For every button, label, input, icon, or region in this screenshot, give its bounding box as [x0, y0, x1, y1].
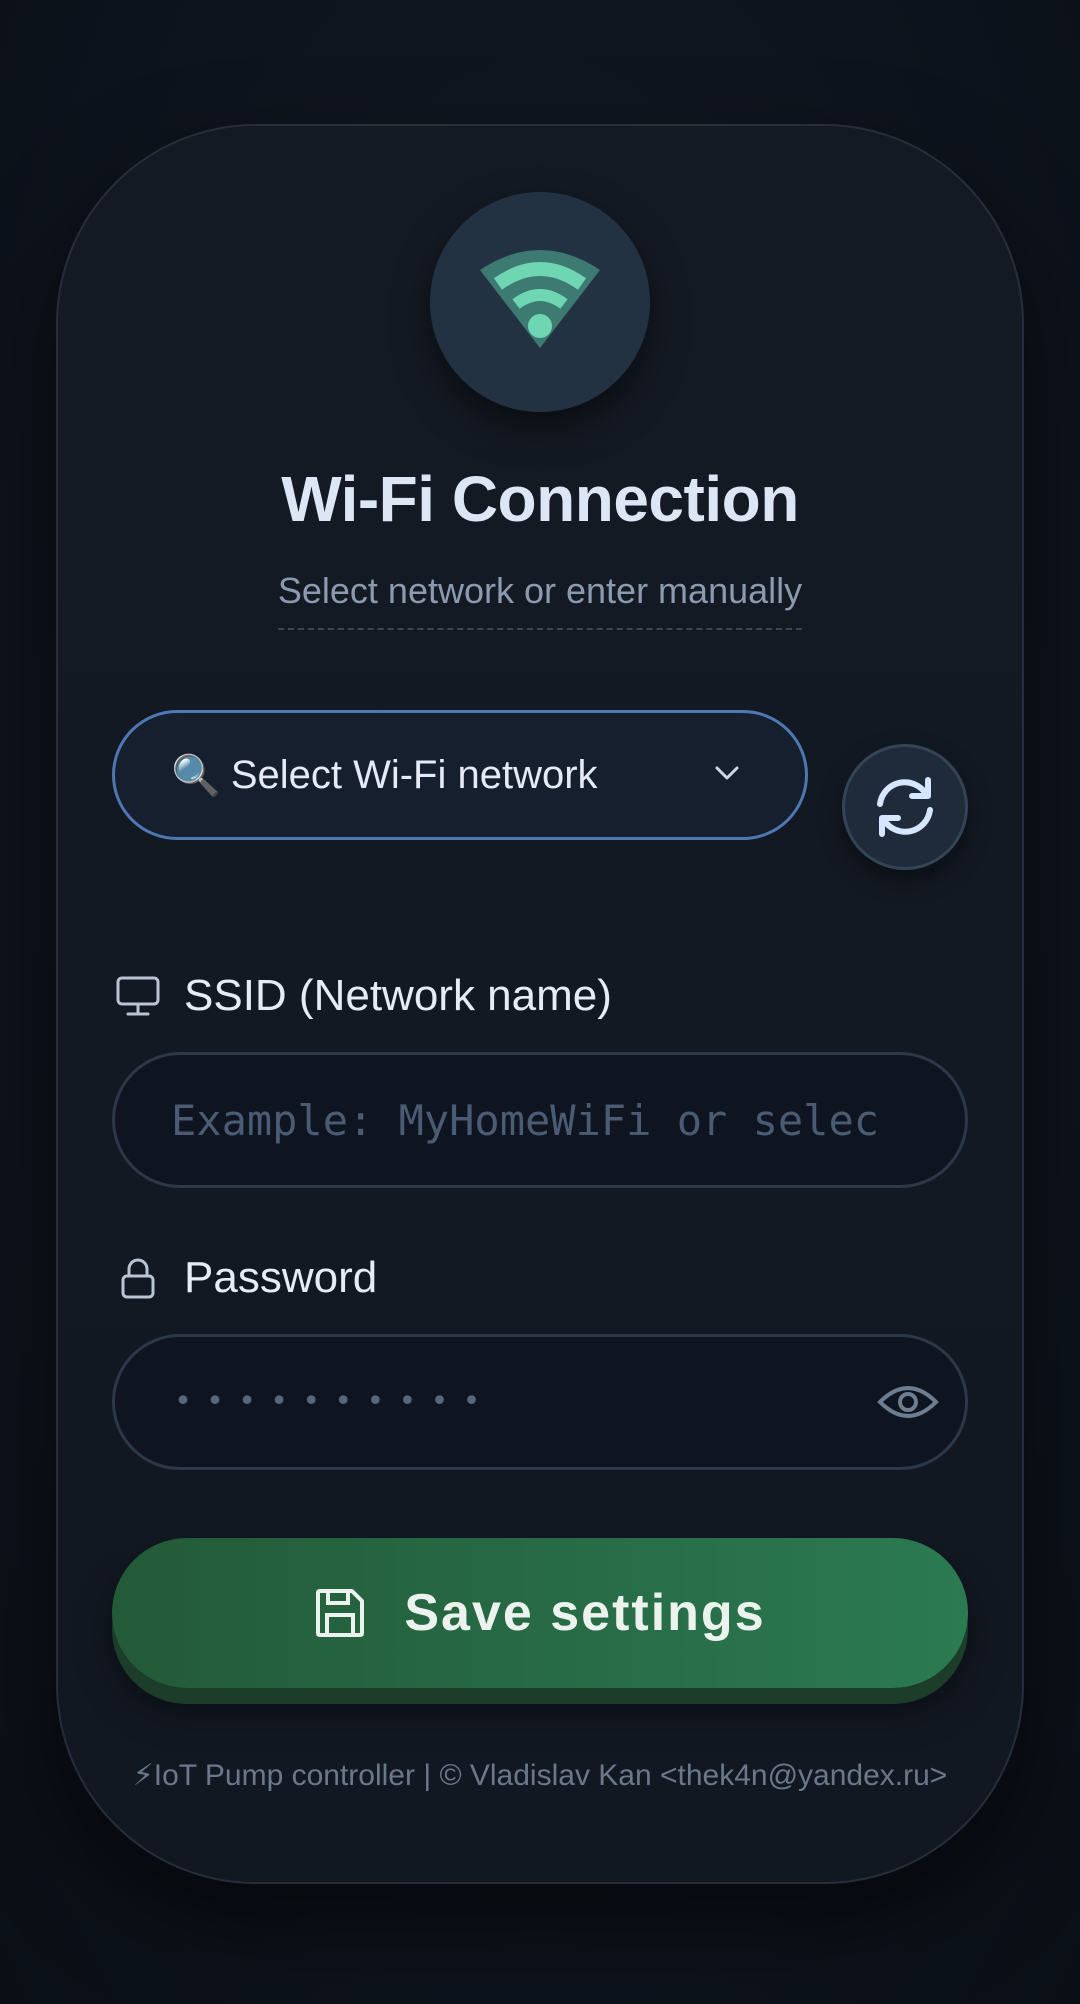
- page-subtitle: Select network or enter manually: [277, 570, 803, 630]
- save-settings-button[interactable]: Save settings: [112, 1538, 968, 1688]
- save-settings-label: Save settings: [404, 1584, 766, 1642]
- password-label-text: Password: [184, 1253, 378, 1302]
- subtitle-wrap: Select network or enter manually: [0, 570, 1080, 630]
- floppy-disk-icon: [316, 1589, 365, 1637]
- wifi-network-select[interactable]: 🔍 Select Wi-Fi network: [112, 710, 808, 840]
- ssid-label-text: SSID (Network name): [184, 971, 612, 1020]
- lock-icon: [112, 1252, 164, 1304]
- password-masked-value: ••••••••••: [174, 1384, 495, 1419]
- search-icon: 🔍: [171, 753, 221, 798]
- ssid-input[interactable]: [112, 1052, 968, 1188]
- chevron-down-icon: [715, 766, 739, 780]
- refresh-networks-button[interactable]: [842, 744, 968, 870]
- page-title: Wi-Fi Connection: [281, 463, 799, 535]
- refresh-icon: [877, 777, 933, 837]
- wifi-icon: [480, 250, 600, 348]
- ssid-label: SSID (Network name): [112, 970, 612, 1022]
- wifi-logo: [430, 192, 650, 412]
- wifi-network-select-label: Select Wi-Fi network: [230, 752, 598, 797]
- password-label: Password: [112, 1252, 377, 1304]
- eye-icon[interactable]: [876, 1376, 940, 1428]
- footer-credits: ⚡IoT Pump controller | © Vladislav Kan <…: [132, 1759, 948, 1792]
- monitor-icon: [112, 970, 164, 1022]
